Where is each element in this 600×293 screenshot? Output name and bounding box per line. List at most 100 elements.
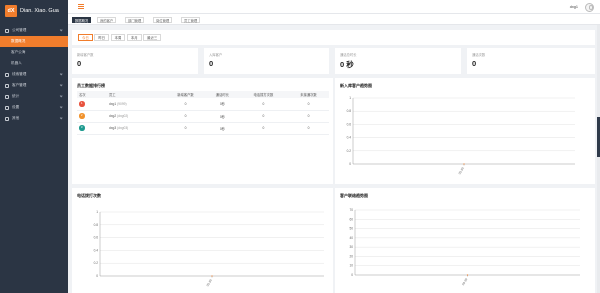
sidebar-group-label: 公司管理 bbox=[12, 28, 27, 32]
top-bar: dxg1 bbox=[68, 0, 600, 14]
tab-employees[interactable]: 员工管理 bbox=[181, 16, 201, 23]
duration-cell: 0秒 bbox=[206, 110, 239, 123]
chevron-down-icon bbox=[59, 116, 63, 120]
y-tick-label: 0 bbox=[96, 274, 98, 278]
tab-departments[interactable]: 部门管理 bbox=[125, 16, 145, 23]
chevron-down-icon bbox=[59, 72, 63, 76]
column-header: 新增客户数 bbox=[165, 91, 206, 98]
duration-cell: 0秒 bbox=[206, 122, 239, 135]
y-tick-label: 70 bbox=[349, 208, 353, 212]
chart-icon bbox=[5, 94, 9, 99]
range-recent-button[interactable]: 最近三 bbox=[143, 34, 162, 41]
missed-cell: 0 bbox=[287, 110, 329, 123]
range-month-button[interactable]: 本月 bbox=[126, 34, 142, 41]
stat-card-stored-customers: 入库客户 0 bbox=[204, 48, 329, 74]
sidebar-group-0[interactable]: 公司管理 bbox=[0, 25, 68, 36]
user-icon bbox=[5, 83, 9, 88]
rank-cell: 2 bbox=[77, 110, 107, 123]
sidebar-group-2[interactable]: 客户管理 bbox=[0, 80, 68, 91]
sidebar-group-label: 线索管理 bbox=[12, 72, 27, 76]
follow-trend-chart: 0 10 20 30 40 50 60 70 03-30 bbox=[349, 208, 580, 286]
column-header: 未接通次数 bbox=[287, 91, 329, 98]
employee-account: (dxg03) bbox=[117, 126, 129, 130]
y-tick-label: 0.8 bbox=[347, 109, 352, 113]
y-tick-label: 0.6 bbox=[347, 122, 352, 126]
table-row: 1 dxg1 (9099) 0 0秒 0 0 bbox=[77, 98, 329, 111]
logo-text: Dian. Xiao. Gua bbox=[20, 8, 59, 14]
range-today-button[interactable]: 今日 bbox=[78, 34, 93, 41]
stat-card-call-count: 通话次数 0 bbox=[467, 48, 595, 74]
sidebar-group-label: 客户管理 bbox=[12, 83, 27, 87]
y-tick-label: 60 bbox=[349, 217, 353, 221]
y-tick-label: 0.4 bbox=[347, 136, 352, 140]
avatar[interactable] bbox=[585, 2, 594, 12]
chevron-down-icon bbox=[59, 83, 63, 87]
missed-cell: 0 bbox=[287, 122, 329, 135]
employee-cell: dxg1 (9099) bbox=[107, 98, 165, 111]
stat-label: 通话次数 bbox=[472, 53, 486, 57]
stat-value: 0 bbox=[472, 59, 477, 68]
sidebar-group-1[interactable]: 线索管理 bbox=[0, 69, 68, 80]
new-customers-cell: 0 bbox=[165, 110, 206, 123]
sidebar-group-label: 统计 bbox=[12, 94, 20, 98]
gear-icon bbox=[5, 105, 9, 110]
sidebar-item-0-1[interactable]: 客户公海 bbox=[0, 47, 68, 58]
y-tick-label: 1 bbox=[96, 210, 98, 214]
table-row: 2 dxg2 (dxg02) 0 0秒 0 0 bbox=[77, 110, 329, 123]
y-tick-label: 50 bbox=[349, 227, 353, 231]
sidebar: dX Dian. Xiao. Gua 公司管理数据概况 客户公海 机器人线索管理客户… bbox=[0, 0, 68, 293]
employee-cell: dxg2 (dxg02) bbox=[107, 110, 165, 123]
range-yesterday-button[interactable]: 昨日 bbox=[94, 34, 110, 41]
rank-badge: 3 bbox=[79, 125, 85, 131]
stat-label: 通话总时长 bbox=[340, 53, 357, 57]
clue-icon bbox=[5, 72, 9, 77]
new-customers-cell: 0 bbox=[165, 98, 206, 111]
x-tick-label: 03-30 bbox=[461, 277, 468, 286]
calls-cell: 0 bbox=[238, 98, 288, 111]
data-point bbox=[463, 163, 465, 165]
y-tick-label: 0 bbox=[349, 162, 351, 166]
missed-cell: 0 bbox=[287, 98, 329, 111]
column-header: 员工 bbox=[107, 91, 165, 98]
monitor-icon bbox=[5, 28, 9, 33]
stat-value: 0 bbox=[77, 59, 82, 68]
chevron-down-icon bbox=[59, 94, 63, 98]
main-area: dxg1 数据概况 我的客户 部门管理 岗位管理 员工管理 今日 昨日 本周 本… bbox=[68, 0, 600, 293]
range-week-button[interactable]: 本周 bbox=[110, 34, 126, 41]
username[interactable]: dxg1 bbox=[570, 5, 578, 9]
sidebar-group-5[interactable]: 其他 bbox=[0, 113, 68, 124]
sidebar-item-0-2[interactable]: 机器人 bbox=[0, 58, 68, 69]
tab-my-customers[interactable]: 我的客户 bbox=[97, 16, 117, 23]
sidebar-item-0-0[interactable]: 数据概况 bbox=[0, 36, 68, 47]
column-header: 名次 bbox=[77, 91, 107, 98]
employee-name: dxg2 bbox=[109, 114, 117, 118]
sidebar-group-3[interactable]: 统计 bbox=[0, 91, 68, 102]
new-customers-cell: 0 bbox=[165, 122, 206, 135]
x-tick-label: 03-30 bbox=[458, 166, 465, 175]
logo-mark: dX bbox=[5, 5, 17, 17]
tab-dashboard[interactable]: 数据概况 bbox=[72, 16, 92, 23]
ranking-table: 名次 员工 新增客户数 通话时长 电话拨打次数 未接通次数 1 dxg1 (909… bbox=[77, 91, 329, 135]
employee-account: (dxg02) bbox=[117, 114, 129, 118]
y-tick-label: 0.8 bbox=[94, 223, 99, 227]
rank-cell: 1 bbox=[77, 98, 107, 111]
follow-trend-card: 客户联络趋势图 0 10 20 30 40 50 60 70 03-30 bbox=[335, 188, 595, 293]
logo[interactable]: dX Dian. Xiao. Gua bbox=[0, 0, 68, 22]
sidebar-group-4[interactable]: 设置 bbox=[0, 102, 68, 113]
y-tick-label: 0.4 bbox=[94, 248, 99, 252]
y-tick-label: 0.2 bbox=[94, 261, 99, 265]
customer-trend-chart: 0 0.2 0.4 0.6 0.8 1 03-30 bbox=[347, 96, 575, 175]
employee-cell: dxg3 (dxg03) bbox=[107, 122, 165, 135]
y-tick-label: 1 bbox=[349, 96, 351, 100]
menu-toggle-icon[interactable] bbox=[78, 4, 84, 9]
more-icon bbox=[5, 116, 9, 121]
y-tick-label: 30 bbox=[349, 245, 353, 249]
y-tick-label: 0.2 bbox=[347, 149, 352, 153]
column-header: 通话时长 bbox=[206, 91, 239, 98]
rank-cell: 3 bbox=[77, 122, 107, 135]
y-tick-label: 0 bbox=[351, 273, 353, 277]
stat-label: 入库客户 bbox=[209, 53, 223, 57]
y-tick-label: 0.6 bbox=[94, 236, 99, 240]
tab-positions[interactable]: 岗位管理 bbox=[153, 16, 173, 23]
call-trend-card: 电话拨打次数 0 0.2 0.4 0.6 0.8 1 03-30 bbox=[72, 188, 333, 293]
